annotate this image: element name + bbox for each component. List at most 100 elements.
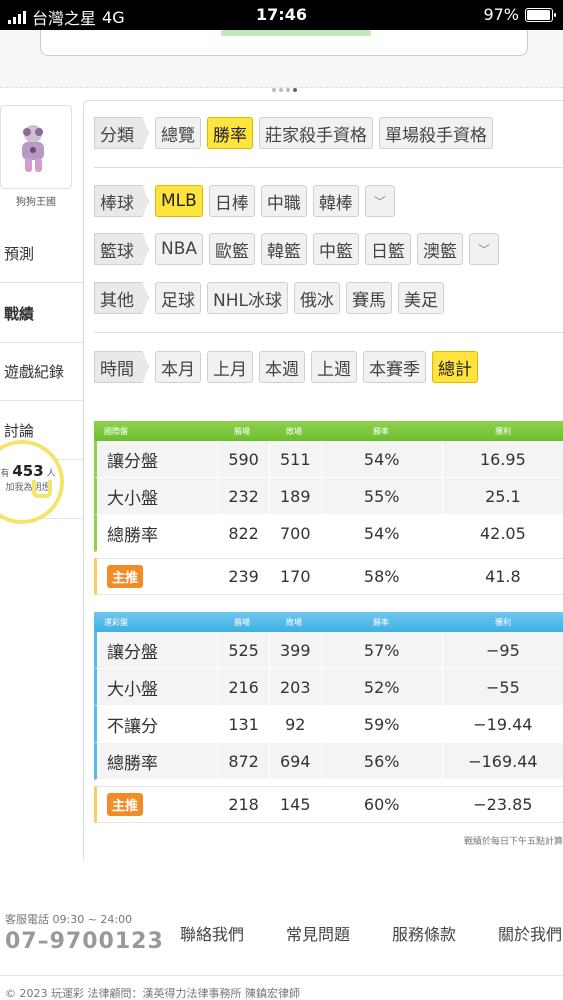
- filter-nfl[interactable]: 美足: [397, 282, 444, 314]
- row-losses: 92: [270, 706, 322, 742]
- table-header: 國際盤 勝場 敗場 勝率 獲利: [94, 421, 563, 441]
- row-profit: 41.8: [443, 559, 563, 594]
- row-name: 總勝率: [97, 743, 219, 779]
- carousel-dots[interactable]: [272, 88, 297, 92]
- footer-link-contact[interactable]: 聯絡我們: [180, 921, 286, 945]
- clock: 17:46: [256, 5, 307, 24]
- filter-label: 棒球: [94, 185, 149, 217]
- row-losses: 694: [270, 743, 322, 779]
- header-losses: 敗場: [286, 426, 302, 436]
- row-wins: 590: [218, 441, 270, 477]
- row-losses: 399: [270, 632, 322, 668]
- filter-aus-bb[interactable]: 澳籃: [417, 233, 464, 265]
- row-wins: 216: [218, 669, 270, 705]
- counter-prefix: 有: [0, 469, 10, 479]
- row-name: 總勝率: [97, 515, 219, 551]
- row-name: 大小盤: [97, 478, 219, 514]
- service-phone[interactable]: 07–9700123: [5, 929, 164, 954]
- row-losses: 203: [270, 669, 322, 705]
- footer-link-faq[interactable]: 常見問題: [286, 921, 392, 945]
- filter-this-week[interactable]: 本週: [259, 351, 305, 383]
- filter-single-killer[interactable]: 單場殺手資格: [379, 117, 493, 149]
- avatar-name: 狗狗王國: [16, 197, 56, 208]
- sidebar-item-predict[interactable]: 預測: [0, 225, 83, 283]
- filter-nhl[interactable]: NHL冰球: [207, 282, 288, 314]
- filter-cpbl[interactable]: 中職: [260, 185, 307, 217]
- header-profit: 獲利: [495, 617, 511, 627]
- filter-soccer[interactable]: 足球: [155, 282, 201, 314]
- update-note: 戰績於每日下午五點計算: [463, 837, 563, 847]
- filter-euro-bb[interactable]: 歐籃: [209, 233, 256, 265]
- row-rate: 59%: [322, 706, 443, 742]
- filter-kbo[interactable]: 韓棒: [312, 185, 359, 217]
- table-header: 運彩盤 勝場 敗場 勝率 獲利: [94, 612, 563, 632]
- row-rate: 52%: [322, 669, 443, 705]
- row-losses: 145: [270, 787, 322, 822]
- pick-badge: 主推: [107, 793, 144, 816]
- status-bar: 台灣之星 4G 17:46 97%: [0, 0, 563, 30]
- avatar[interactable]: [0, 105, 72, 189]
- banner[interactable]: [40, 30, 528, 56]
- filter-category: 分類 總覽 勝率 莊家殺手資格 單場殺手資格: [94, 117, 493, 149]
- filter-last-week[interactable]: 上週: [311, 351, 357, 383]
- lightbulb-icon: [32, 480, 52, 498]
- filter-japan-bb[interactable]: 日籃: [365, 233, 412, 265]
- footer-link-terms[interactable]: 服務條款: [392, 921, 498, 945]
- chevron-down-icon[interactable]: ﹀: [469, 233, 500, 265]
- filter-korea-bb[interactable]: 韓籃: [261, 233, 308, 265]
- row-rate: 54%: [322, 515, 443, 551]
- filter-china-bb[interactable]: 中籃: [313, 233, 360, 265]
- row-rate: 56%: [322, 743, 443, 779]
- filter-banker-killer[interactable]: 莊家殺手資格: [259, 117, 373, 149]
- filter-win-rate[interactable]: 勝率: [207, 117, 253, 149]
- filter-nba[interactable]: NBA: [155, 233, 204, 265]
- sidebar-item-label: 討論: [4, 422, 35, 440]
- filter-npb[interactable]: 日棒: [208, 185, 255, 217]
- filter-last-month[interactable]: 上月: [207, 351, 253, 383]
- row-wins: 232: [218, 478, 270, 514]
- battery-icon: [525, 7, 556, 22]
- filter-mlb[interactable]: MLB: [155, 185, 203, 217]
- header-rate: 勝率: [373, 617, 389, 627]
- filter-label: 時間: [94, 351, 149, 383]
- row-losses: 511: [270, 441, 322, 477]
- filter-horse-racing[interactable]: 賽馬: [345, 282, 392, 314]
- divider: [94, 167, 563, 168]
- filter-label: 籃球: [94, 233, 149, 265]
- row-name: 讓分盤: [97, 632, 219, 668]
- service-hours: 客服電話 09:30 ~ 24:00: [5, 913, 133, 926]
- counter-value: 453: [12, 462, 44, 480]
- table-row: 總勝率 822 700 54% 42.05: [94, 515, 563, 552]
- header-type: 運彩盤: [104, 617, 128, 627]
- chevron-down-icon[interactable]: ﹀: [364, 185, 395, 217]
- banner-area: [0, 30, 563, 92]
- footer-link-about[interactable]: 關於我們: [498, 921, 563, 945]
- footer-links: 聯絡我們 常見問題 服務條款 關於我們: [180, 921, 563, 945]
- sidebar-item-record[interactable]: 戰績: [0, 285, 83, 343]
- row-name: 大小盤: [97, 669, 219, 705]
- avatar-image: [22, 125, 44, 172]
- table-row: 讓分盤 590 511 54% 16.95: [94, 441, 563, 478]
- filter-total[interactable]: 總計: [432, 351, 478, 383]
- main-panel: 分類 總覽 勝率 莊家殺手資格 單場殺手資格 棒球 MLB 日棒 中職 韓棒 ﹀…: [83, 100, 563, 860]
- footer: 客服電話 09:30 ~ 24:00 07–9700123 聯絡我們 常見問題 …: [0, 895, 563, 1000]
- row-profit: 16.95: [443, 441, 563, 477]
- sidebar-item-game-log[interactable]: 遊戲紀錄: [0, 343, 83, 401]
- divider: [94, 332, 563, 333]
- filter-other: 其他 足球 NHL冰球 俄冰 賽馬 美足: [94, 282, 444, 314]
- row-profit: 42.05: [443, 515, 563, 551]
- filter-label: 分類: [94, 117, 149, 149]
- lottery-stats-table: 運彩盤 勝場 敗場 勝率 獲利 讓分盤 525 399 57% −95 大小盤 …: [94, 612, 563, 823]
- row-losses: 170: [270, 559, 322, 594]
- filter-this-month[interactable]: 本月: [155, 351, 201, 383]
- filter-time: 時間 本月 上月 本週 上週 本賽季 總計: [94, 351, 478, 383]
- table-row: 不讓分 131 92 59% −19.44: [94, 706, 563, 743]
- row-profit: −19.44: [443, 706, 563, 742]
- row-rate: 54%: [322, 441, 443, 477]
- row-wins: 131: [218, 706, 270, 742]
- filter-this-season[interactable]: 本賽季: [363, 351, 426, 383]
- table-row-pick: 主推 218 145 60% −23.85: [94, 786, 563, 823]
- filter-overview[interactable]: 總覽: [155, 117, 201, 149]
- filter-khl[interactable]: 俄冰: [293, 282, 340, 314]
- filter-baseball: 棒球 MLB 日棒 中職 韓棒 ﹀: [94, 185, 395, 217]
